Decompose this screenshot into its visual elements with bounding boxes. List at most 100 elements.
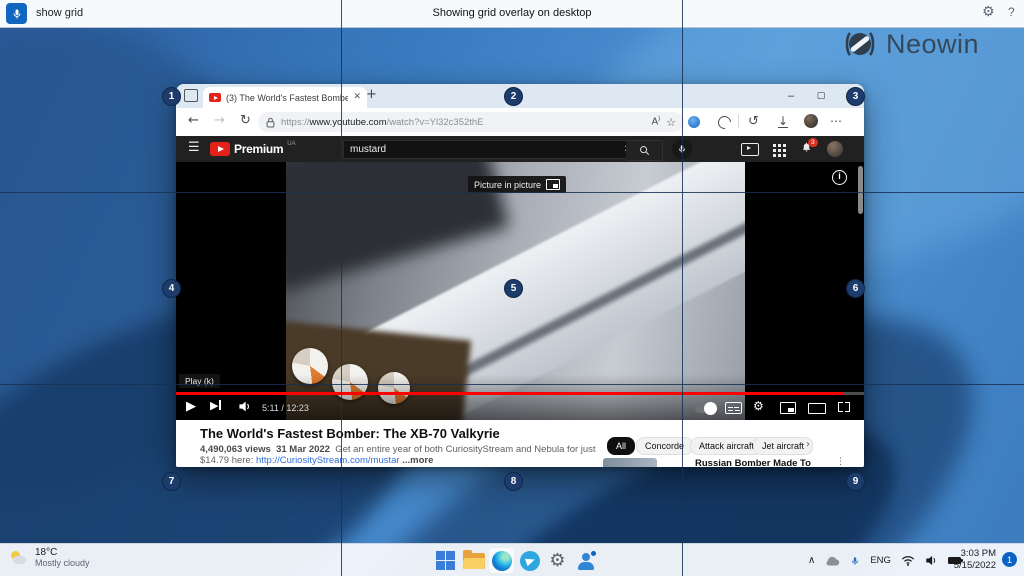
progress-fill	[176, 392, 844, 395]
description-link[interactable]: http://CuriosityStream.com/mustar	[256, 455, 400, 466]
minimize-button[interactable]: –	[776, 84, 806, 108]
grid-marker-4: 4	[162, 279, 181, 298]
chip-jet-aircraft[interactable]: Jet aircraft	[753, 437, 813, 455]
chips-scroll-right-icon[interactable]: ›	[806, 440, 810, 450]
weather-widget[interactable]: 18°C Mostly cloudy	[10, 547, 90, 568]
telegram-button[interactable]	[516, 547, 543, 574]
favorite-star-icon[interactable]: ☆	[666, 117, 676, 128]
url-scheme: https://	[281, 116, 310, 128]
grid-marker-5: 5	[504, 279, 523, 298]
address-bar[interactable]: https://www.youtube.com/watch?v=Yl32c352…	[258, 112, 684, 132]
grid-marker-3: 3	[846, 87, 865, 106]
folder-icon	[461, 549, 486, 569]
tray-clock[interactable]: 3:03 PM 5/15/2022	[952, 548, 996, 572]
tray-date: 5/15/2022	[953, 560, 996, 571]
fullscreen-icon[interactable]	[838, 402, 850, 412]
downloads-icon[interactable]: ↓	[778, 115, 789, 128]
create-video-icon[interactable]	[741, 143, 759, 156]
scrollbar-thumb[interactable]	[858, 166, 863, 214]
edge-icon	[491, 550, 512, 571]
collections-icon[interactable]	[715, 113, 734, 132]
account-avatar[interactable]	[827, 141, 843, 157]
neowin-logo-icon	[845, 32, 875, 56]
pip-tooltip-text: Picture in picture	[474, 179, 542, 190]
url-path: /watch?v=Yl32c352thE	[386, 116, 484, 128]
back-icon[interactable]: ←	[188, 114, 199, 127]
file-explorer-button[interactable]	[460, 547, 487, 574]
tray-chevron-icon[interactable]: ∧	[808, 555, 815, 566]
tab-actions-icon[interactable]	[184, 89, 198, 102]
grid-marker-9: 9	[846, 472, 865, 491]
chip-all[interactable]: All	[607, 437, 636, 455]
settings-gear-icon[interactable]: ⚙	[982, 5, 995, 19]
tray-mic-icon[interactable]	[850, 555, 860, 567]
youtube-header: ☰ Premium UA mustard ✕	[176, 136, 864, 162]
profile-avatar[interactable]	[804, 114, 818, 128]
progress-bar[interactable]	[176, 392, 864, 395]
help-icon[interactable]: ?	[1008, 5, 1015, 19]
tab-close-icon[interactable]: ✕	[353, 93, 361, 102]
menu-hamburger-icon[interactable]: ☰	[188, 141, 200, 154]
youtube-logo[interactable]: Premium UA	[210, 141, 296, 156]
video-meta-line1: 4,490,063 views 31 Mar 2022 Get an entir…	[200, 444, 600, 455]
language-indicator[interactable]: ENG	[870, 555, 891, 566]
video-title: The World's Fastest Bomber: The XB-70 Va…	[200, 426, 500, 441]
miniplayer-icon[interactable]	[780, 402, 796, 414]
grid-marker-6: 6	[846, 279, 865, 298]
search-value: mustard	[350, 144, 387, 155]
youtube-play-icon	[210, 142, 230, 156]
play-button[interactable]: ▶	[186, 400, 196, 413]
play-tooltip: Play (k)	[179, 374, 220, 388]
settings-button[interactable]: ⚙	[544, 547, 571, 574]
video-description-2: $14.79 here:	[200, 455, 256, 466]
more-button[interactable]: ...more	[402, 455, 433, 466]
weather-temp: 18°C	[35, 547, 58, 558]
watch-page-content: The World's Fastest Bomber: The XB-70 Va…	[176, 420, 864, 467]
player-settings-icon[interactable]: ⚙	[753, 400, 764, 412]
video-date: 31 Mar 2022	[276, 444, 330, 455]
toolbar-divider	[738, 114, 739, 128]
refresh-icon[interactable]: ↻	[240, 114, 251, 127]
browser-toolbar: ← → ↻ https://www.youtube.com/watch?v=Yl…	[176, 108, 864, 137]
grid-marker-8: 8	[504, 472, 523, 491]
neowin-logo: Neowin	[842, 26, 979, 62]
related-video-title[interactable]: Russian Bomber Made To	[695, 458, 825, 467]
apps-grid-icon[interactable]	[773, 144, 776, 147]
theater-mode-icon[interactable]	[808, 403, 826, 414]
history-icon[interactable]: ↺	[748, 115, 759, 128]
captions-icon[interactable]	[725, 402, 742, 414]
grid-hline	[0, 384, 1024, 385]
next-button[interactable]: ▶	[210, 400, 222, 411]
volume-icon[interactable]	[238, 400, 252, 418]
video-description-1: Get an entire year of both CuriosityStre…	[335, 444, 596, 455]
edge-button[interactable]	[488, 547, 515, 574]
wifi-icon[interactable]	[901, 555, 915, 566]
volume-tray-icon[interactable]	[925, 555, 938, 566]
related-more-icon[interactable]: ⋮	[836, 458, 845, 467]
read-aloud-icon[interactable]: A)	[651, 116, 660, 127]
browser-window: (3) The World's Fastest Bomber: ✕ + – ▢ …	[176, 84, 864, 467]
notification-center-badge[interactable]: 1	[1002, 552, 1017, 567]
autoplay-toggle[interactable]	[695, 402, 717, 415]
start-button[interactable]	[432, 547, 459, 574]
video-views: 4,490,063 views	[200, 444, 271, 455]
notifications-bell[interactable]: 3	[800, 138, 818, 160]
chip-concorde[interactable]: Concorde	[636, 437, 694, 455]
related-thumbnail[interactable]	[603, 458, 657, 467]
lock-icon	[266, 117, 275, 128]
forward-icon[interactable]: →	[214, 114, 225, 127]
maximize-button[interactable]: ▢	[806, 84, 836, 108]
people-button[interactable]	[572, 547, 599, 574]
more-menu-icon[interactable]: ⋯	[830, 115, 842, 127]
system-tray: ∧ ENG	[808, 544, 964, 576]
new-tab-button[interactable]: +	[366, 88, 377, 101]
grid-marker-2: 2	[504, 87, 523, 106]
info-cards-icon[interactable]: i	[832, 170, 847, 185]
extension-icon[interactable]	[688, 116, 700, 128]
youtube-region-badge: UA	[287, 141, 296, 147]
pip-tooltip: Picture in picture	[468, 176, 567, 193]
search-button[interactable]	[626, 140, 663, 161]
browser-tab[interactable]: (3) The World's Fastest Bomber: ✕	[203, 87, 367, 108]
search-input[interactable]: mustard ✕	[343, 140, 639, 159]
onedrive-cloud-icon[interactable]	[825, 556, 840, 566]
